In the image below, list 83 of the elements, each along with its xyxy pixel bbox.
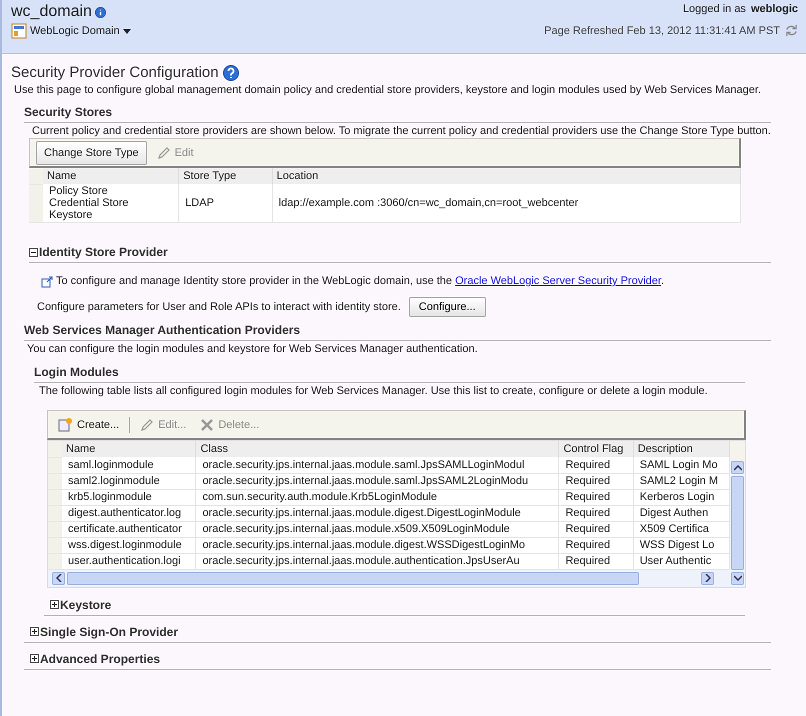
change-store-type-button[interactable]: Change Store Type	[36, 140, 147, 164]
scroll-up-icon[interactable]	[734, 464, 742, 470]
section-description: Current policy and credential store providers are shown below. To migrate the current policy and credential providers use the Change Store Type button.	[31, 125, 771, 138]
table-cell: ldap://example.com :3060/cn=wc_domain,cn=root_webcenter	[278, 197, 578, 209]
expand-toggle-icon[interactable]	[30, 654, 39, 663]
expand-toggle-icon[interactable]	[30, 627, 39, 636]
refresh-icon[interactable]	[785, 24, 798, 37]
create-button[interactable]: Create...	[54, 415, 124, 434]
caret-icon	[122, 28, 131, 34]
configure-button[interactable]: Configure...	[408, 297, 486, 317]
domain-menu[interactable]: WebLogic Domain	[11, 23, 131, 39]
table-cell: Digest Authen	[640, 507, 708, 519]
expand-toggle-icon[interactable]	[50, 600, 59, 609]
help-icon[interactable]	[222, 64, 239, 80]
section-heading: Security Stores	[24, 105, 771, 123]
table-cell: saml.loginmodule	[68, 458, 154, 471]
table-cell: oracle.security.jps.internal.jaas.module.digest.WSSDigestLoginMo	[202, 539, 526, 551]
logged-in-label: Logged in as	[682, 3, 746, 15]
table-cell: krb5.loginmodule	[68, 491, 152, 503]
table-cell: oracle.security.jps.internal.jaas.module.x509.X509LoginModule	[202, 523, 510, 535]
user-name: weblogic	[750, 3, 798, 15]
pencil-icon	[140, 418, 154, 432]
table-cell: Kerberos Login	[640, 491, 714, 503]
table-cell: digest.authenticator.log	[68, 507, 182, 519]
table-cell: X509 Certifica	[640, 523, 709, 535]
section-heading: Identity Store Provider	[39, 245, 168, 259]
refresh-timestamp: Page Refreshed Feb 13, 2012 11:31:41 AM PST	[544, 24, 780, 36]
configure-text: Configure parameters for User and Role APIs to interact with identity store.	[37, 301, 401, 313]
section-heading: Advanced Properties	[40, 652, 160, 666]
table-cell: Policy Store	[49, 185, 108, 197]
column-header: Class	[196, 441, 559, 457]
table-cell: Required	[565, 555, 610, 567]
table-cell: LDAP	[185, 197, 214, 209]
domain-icon	[11, 23, 27, 39]
table-cell: wss.digest.loginmodule	[68, 539, 182, 551]
section-heading: Web Services Manager Authentication Providers	[24, 323, 771, 341]
scroll-left-icon[interactable]	[56, 574, 62, 582]
collapse-toggle-icon[interactable]	[29, 248, 38, 256]
table-cell: oracle.security.jps.internal.jaas.module.saml.JpsSAML2LoginModu	[202, 475, 528, 487]
pencil-icon	[156, 146, 171, 160]
page-title: Security Provider Configuration	[11, 64, 219, 81]
table-cell: oracle.security.jps.internal.jaas.module.authentication.JpsUserAu	[202, 555, 520, 567]
table-cell: user.authentication.logi	[68, 555, 181, 567]
column-header: Description	[633, 441, 730, 457]
table-cell: SAML2 Login M	[640, 475, 718, 487]
page-description: Use this page to configure global management domain policy and credential store providers, keystore and login modules used by Web Services Manager.	[13, 83, 762, 97]
external-link-icon	[41, 276, 53, 288]
table-cell: User Authentic	[640, 555, 712, 567]
horizontal-scrollbar[interactable]	[48, 570, 730, 586]
table-cell: Required	[565, 475, 610, 487]
table-cell: Keystore	[49, 209, 92, 221]
column-header: Name	[43, 168, 179, 184]
table-cell: Required	[565, 539, 610, 551]
info-icon	[94, 6, 106, 18]
table-cell: WSS Digest Lo	[640, 539, 714, 551]
scroll-down-icon[interactable]	[734, 575, 742, 581]
section-description: The following table lists all configured login modules for Web Services Manager. Use this list to create, configure or delete a login module.	[38, 385, 709, 398]
table-cell: Required	[565, 507, 610, 519]
section-heading: Single Sign-On Provider	[40, 624, 178, 638]
column-header: Control Flag	[558, 441, 634, 457]
column-header: Name	[62, 441, 196, 457]
table-cell: Credential Store	[49, 197, 128, 209]
vertical-scrollbar[interactable]	[730, 459, 745, 586]
table-cell: saml2.loginmodule	[68, 475, 160, 487]
security-provider-link[interactable]: Oracle WebLogic Server Security Provider	[455, 275, 661, 287]
x-icon	[200, 418, 214, 432]
table-cell: com.sun.security.auth.module.Krb5LoginModule	[202, 491, 438, 503]
table-cell: oracle.security.jps.internal.jaas.module.digest.DigestLoginModule	[202, 507, 521, 519]
info-text: To configure and manage Identity store provider in the WebLogic domain, use the Oracle WebLogic Server Security Provider.	[56, 275, 664, 288]
table-cell: Required	[565, 523, 610, 535]
table-cell: Required	[565, 458, 610, 471]
domain-title: wc_domain	[11, 3, 92, 21]
section-heading: Keystore	[60, 598, 112, 612]
column-header: Store Type	[178, 168, 272, 184]
table-cell: certificate.authenticator	[68, 523, 182, 535]
table-cell: oracle.security.jps.internal.jaas.module.saml.JpsSAMLLoginModul	[202, 458, 524, 471]
section-description: You can configure the login modules and keystore for Web Services Manager authentication.	[26, 343, 479, 356]
column-header: Location	[272, 168, 740, 184]
scroll-right-icon[interactable]	[704, 574, 710, 582]
new-document-icon	[58, 417, 73, 432]
table-cell: Required	[565, 491, 610, 503]
section-heading: Login Modules	[34, 365, 745, 383]
table-cell: SAML Login Mo	[640, 458, 718, 471]
